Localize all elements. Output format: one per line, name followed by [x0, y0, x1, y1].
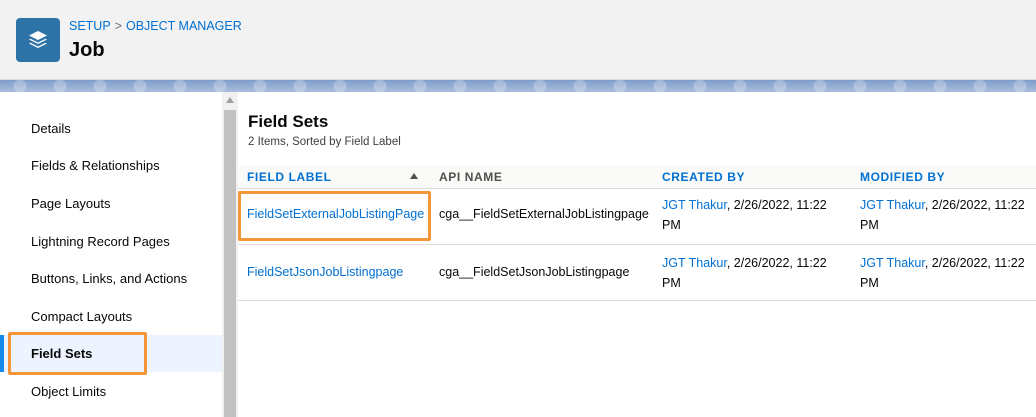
- table-header: FIELD LABEL API NAME CREATED BY MODIFIED…: [238, 165, 1036, 189]
- modified-date: , 2/26/2022, 11:22: [924, 256, 1025, 270]
- main-content: Field Sets 2 Items, Sorted by Field Labe…: [238, 92, 1036, 417]
- column-header-field-label[interactable]: FIELD LABEL: [247, 165, 332, 189]
- sidebar-item-page-layouts[interactable]: Page Layouts: [0, 185, 222, 222]
- breadcrumb-setup-link[interactable]: SETUP: [69, 19, 111, 33]
- sidebar-item-label: Object Limits: [31, 384, 107, 399]
- created-date: , 2/26/2022, 11:22: [726, 198, 827, 212]
- sidebar-item-label: Page Layouts: [31, 196, 111, 211]
- field-set-link[interactable]: FieldSetJsonJobListingpage: [247, 262, 403, 282]
- sidebar-item-label: Details: [31, 121, 71, 136]
- item-count-subtitle: 2 Items, Sorted by Field Label: [248, 136, 401, 148]
- created-by-user-link[interactable]: JGT Thakur: [662, 256, 727, 270]
- sidebar-item-field-sets[interactable]: Field Sets: [0, 335, 222, 372]
- sidebar-item-label: Field Sets: [31, 346, 93, 361]
- created-by-user-link[interactable]: JGT Thakur: [662, 198, 727, 212]
- page-header: SETUP > OBJECT MANAGER Job: [0, 0, 1036, 80]
- table-row: FieldSetExternalJobListingPage cga__Fiel…: [238, 189, 1036, 245]
- sidebar-item-label: Lightning Record Pages: [31, 234, 170, 249]
- section-title: Field Sets: [248, 112, 329, 131]
- sidebar-item-details[interactable]: Details: [0, 110, 222, 147]
- sidebar-item-buttons-links-actions[interactable]: Buttons, Links, and Actions: [0, 260, 222, 297]
- created-time: PM: [662, 218, 681, 232]
- scroll-up-arrow-icon[interactable]: [222, 92, 238, 108]
- api-name-cell: cga__FieldSetJsonJobListingpage: [439, 265, 630, 279]
- modified-date: , 2/26/2022, 11:22: [924, 198, 1025, 212]
- sidebar-scrollbar[interactable]: [222, 92, 238, 417]
- field-set-link[interactable]: FieldSetExternalJobListingPage: [247, 204, 424, 224]
- column-header-label: CREATED BY: [662, 170, 746, 184]
- modified-time: PM: [860, 276, 879, 290]
- api-name-cell: cga__FieldSetExternalJobListingpage: [439, 207, 649, 221]
- column-header-created-by[interactable]: CREATED BY: [662, 165, 745, 189]
- column-header-label: FIELD LABEL: [247, 170, 332, 184]
- header-decorative-band: [0, 80, 1036, 92]
- breadcrumb-separator: >: [114, 19, 122, 33]
- active-indicator: [0, 335, 4, 372]
- sidebar-item-label: Buttons, Links, and Actions: [31, 271, 188, 286]
- modified-time: PM: [860, 218, 879, 232]
- sidebar-item-object-limits[interactable]: Object Limits: [0, 373, 222, 410]
- modified-by-cell: JGT Thakur, 2/26/2022, 11:22 PM: [860, 195, 1036, 235]
- breadcrumb-object-manager-link[interactable]: OBJECT MANAGER: [126, 19, 242, 33]
- created-by-cell: JGT Thakur, 2/26/2022, 11:22 PM: [662, 253, 842, 293]
- column-header-modified-by[interactable]: MODIFIED BY: [860, 165, 945, 189]
- modified-by-cell: JGT Thakur, 2/26/2022, 11:22 PM: [860, 253, 1036, 293]
- sort-ascending-icon: [410, 173, 418, 179]
- column-header-label: MODIFIED BY: [860, 170, 946, 184]
- sidebar-item-lightning-record-pages[interactable]: Lightning Record Pages: [0, 223, 222, 260]
- column-header-label: API NAME: [439, 170, 503, 184]
- page-title: Job: [69, 39, 105, 61]
- scrollbar-thumb[interactable]: [224, 110, 236, 417]
- layers-icon: [16, 18, 60, 62]
- sidebar-item-compact-layouts[interactable]: Compact Layouts: [0, 298, 222, 335]
- column-header-api-name: API NAME: [439, 165, 502, 189]
- created-by-cell: JGT Thakur, 2/26/2022, 11:22 PM: [662, 195, 842, 235]
- table-row: FieldSetJsonJobListingpage cga__FieldSet…: [238, 245, 1036, 301]
- sidebar-item-label: Fields & Relationships: [31, 158, 160, 173]
- created-date: , 2/26/2022, 11:22: [726, 256, 827, 270]
- sidebar: Details Fields & Relationships Page Layo…: [0, 92, 222, 417]
- sidebar-item-label: Compact Layouts: [31, 309, 133, 324]
- modified-by-user-link[interactable]: JGT Thakur: [860, 198, 925, 212]
- modified-by-user-link[interactable]: JGT Thakur: [860, 256, 925, 270]
- created-time: PM: [662, 276, 681, 290]
- breadcrumb: SETUP > OBJECT MANAGER: [69, 19, 242, 33]
- sidebar-item-fields-relationships[interactable]: Fields & Relationships: [0, 147, 222, 184]
